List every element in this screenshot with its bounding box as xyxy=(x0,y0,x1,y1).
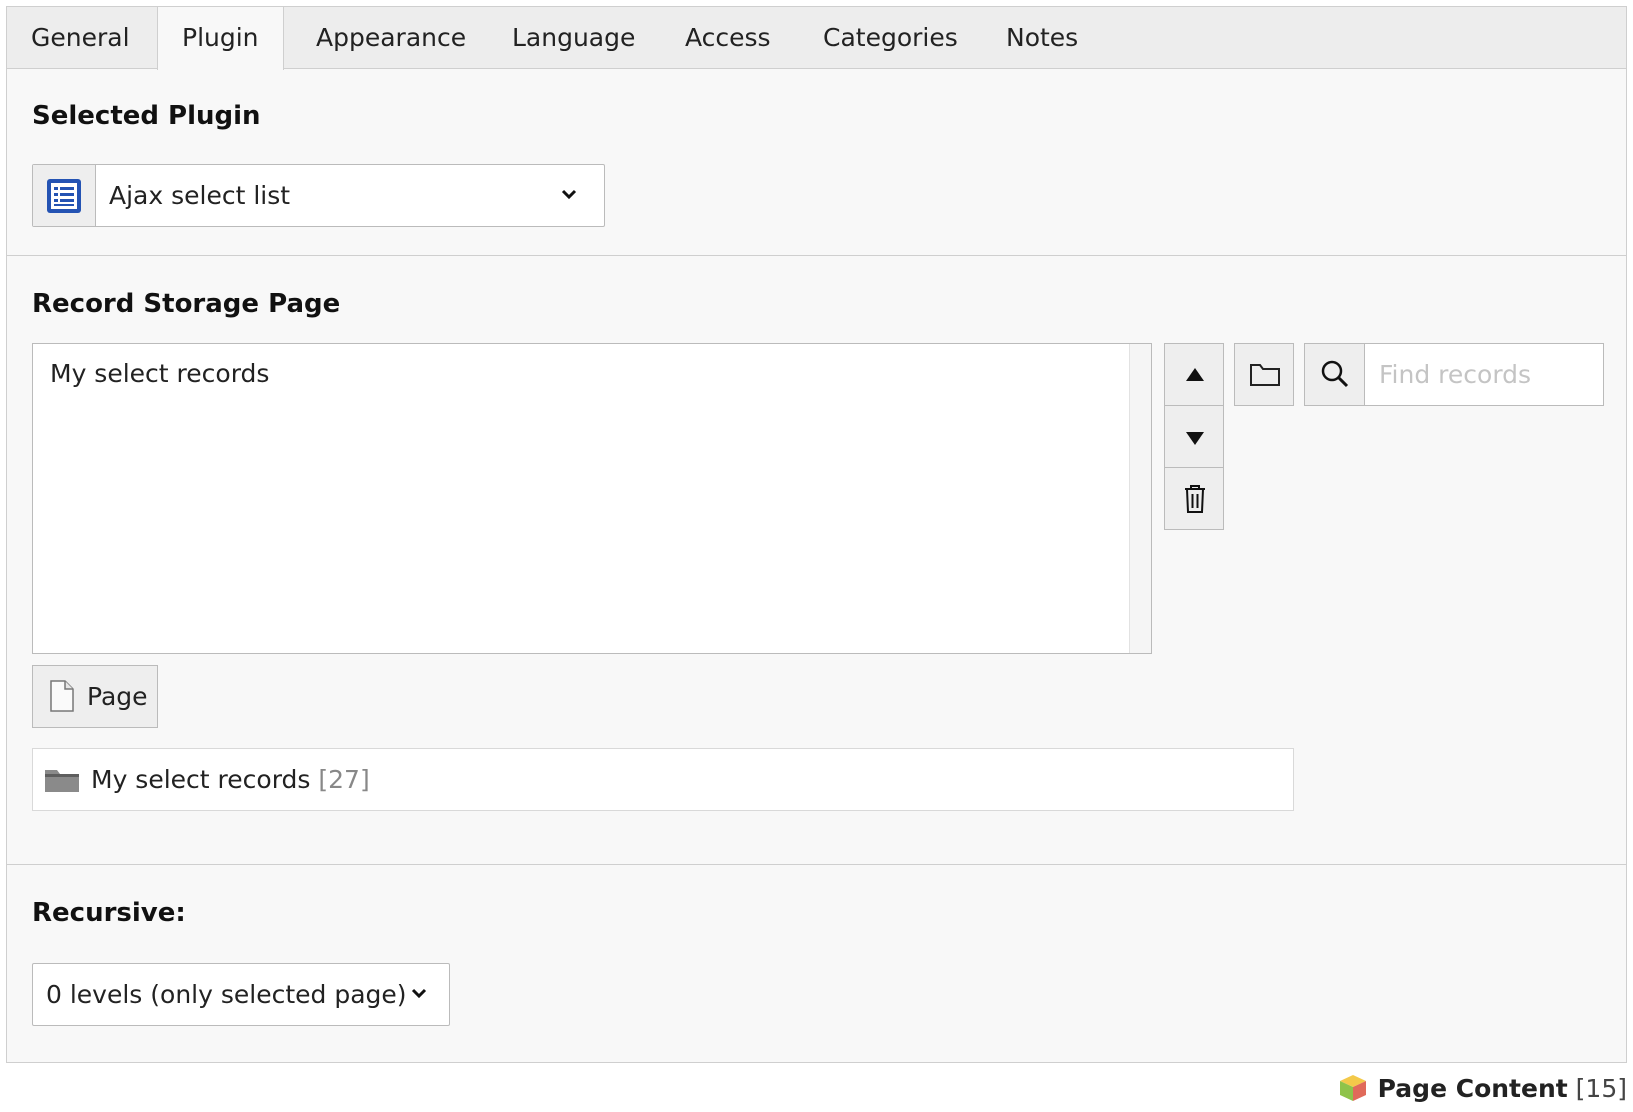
move-down-button[interactable] xyxy=(1164,405,1224,468)
tab-plugin[interactable]: Plugin xyxy=(157,6,284,70)
browse-folder-button[interactable] xyxy=(1234,343,1294,406)
tab-bar: General Plugin Appearance Language Acces… xyxy=(6,6,1627,70)
record-storage-list[interactable]: My select records xyxy=(32,343,1152,654)
record-storage-label: Record Storage Page xyxy=(32,289,341,319)
find-records-group xyxy=(1304,343,1604,406)
selected-record-name: My select records xyxy=(91,765,311,794)
plugin-list-icon xyxy=(33,165,96,226)
tab-language[interactable]: Language xyxy=(488,7,659,69)
recursive-select[interactable]: 0 levels (only selected page) xyxy=(32,963,450,1026)
chevron-down-icon xyxy=(561,189,577,200)
find-records-input[interactable] xyxy=(1366,344,1603,405)
selected-plugin-label: Selected Plugin xyxy=(32,101,261,131)
footer-uid: [15] xyxy=(1575,1074,1627,1103)
list-scrollbar[interactable] xyxy=(1129,344,1151,653)
folder-icon xyxy=(1250,364,1280,386)
section-divider xyxy=(7,255,1626,256)
triangle-up-icon xyxy=(1186,368,1204,381)
triangle-down-icon xyxy=(1186,432,1204,445)
recursive-select-value: 0 levels (only selected page) xyxy=(46,980,407,1009)
record-footer: Page Content [15] xyxy=(1338,1072,1627,1106)
page-button-label: Page xyxy=(87,682,148,711)
tab-notes[interactable]: Notes xyxy=(982,7,1102,69)
tab-appearance[interactable]: Appearance xyxy=(292,7,490,69)
content-element-cube-icon xyxy=(1339,1075,1366,1101)
delete-button[interactable] xyxy=(1164,467,1224,530)
tab-categories[interactable]: Categories xyxy=(799,7,982,69)
trash-icon xyxy=(1185,485,1205,513)
list-item[interactable]: My select records xyxy=(50,359,269,388)
plugin-select-value: Ajax select list xyxy=(109,181,291,210)
footer-title: Page Content xyxy=(1377,1074,1568,1103)
tab-general[interactable]: General xyxy=(7,7,154,69)
page-button[interactable]: Page xyxy=(32,665,158,728)
selected-record[interactable]: My select records [27] xyxy=(32,748,1294,811)
search-button[interactable] xyxy=(1305,344,1365,405)
move-up-button[interactable] xyxy=(1164,343,1224,406)
page-icon xyxy=(50,680,74,712)
selected-record-uid: [27] xyxy=(318,765,370,794)
recursive-label: Recursive: xyxy=(32,898,186,928)
chevron-down-icon xyxy=(411,988,427,999)
folder-filled-icon xyxy=(45,770,79,792)
tab-access[interactable]: Access xyxy=(661,7,795,69)
section-divider xyxy=(7,864,1626,865)
plugin-select[interactable]: Ajax select list xyxy=(32,164,605,227)
plugin-panel: Selected Plugin Ajax select list Record … xyxy=(6,68,1627,1063)
search-icon xyxy=(1321,360,1349,388)
